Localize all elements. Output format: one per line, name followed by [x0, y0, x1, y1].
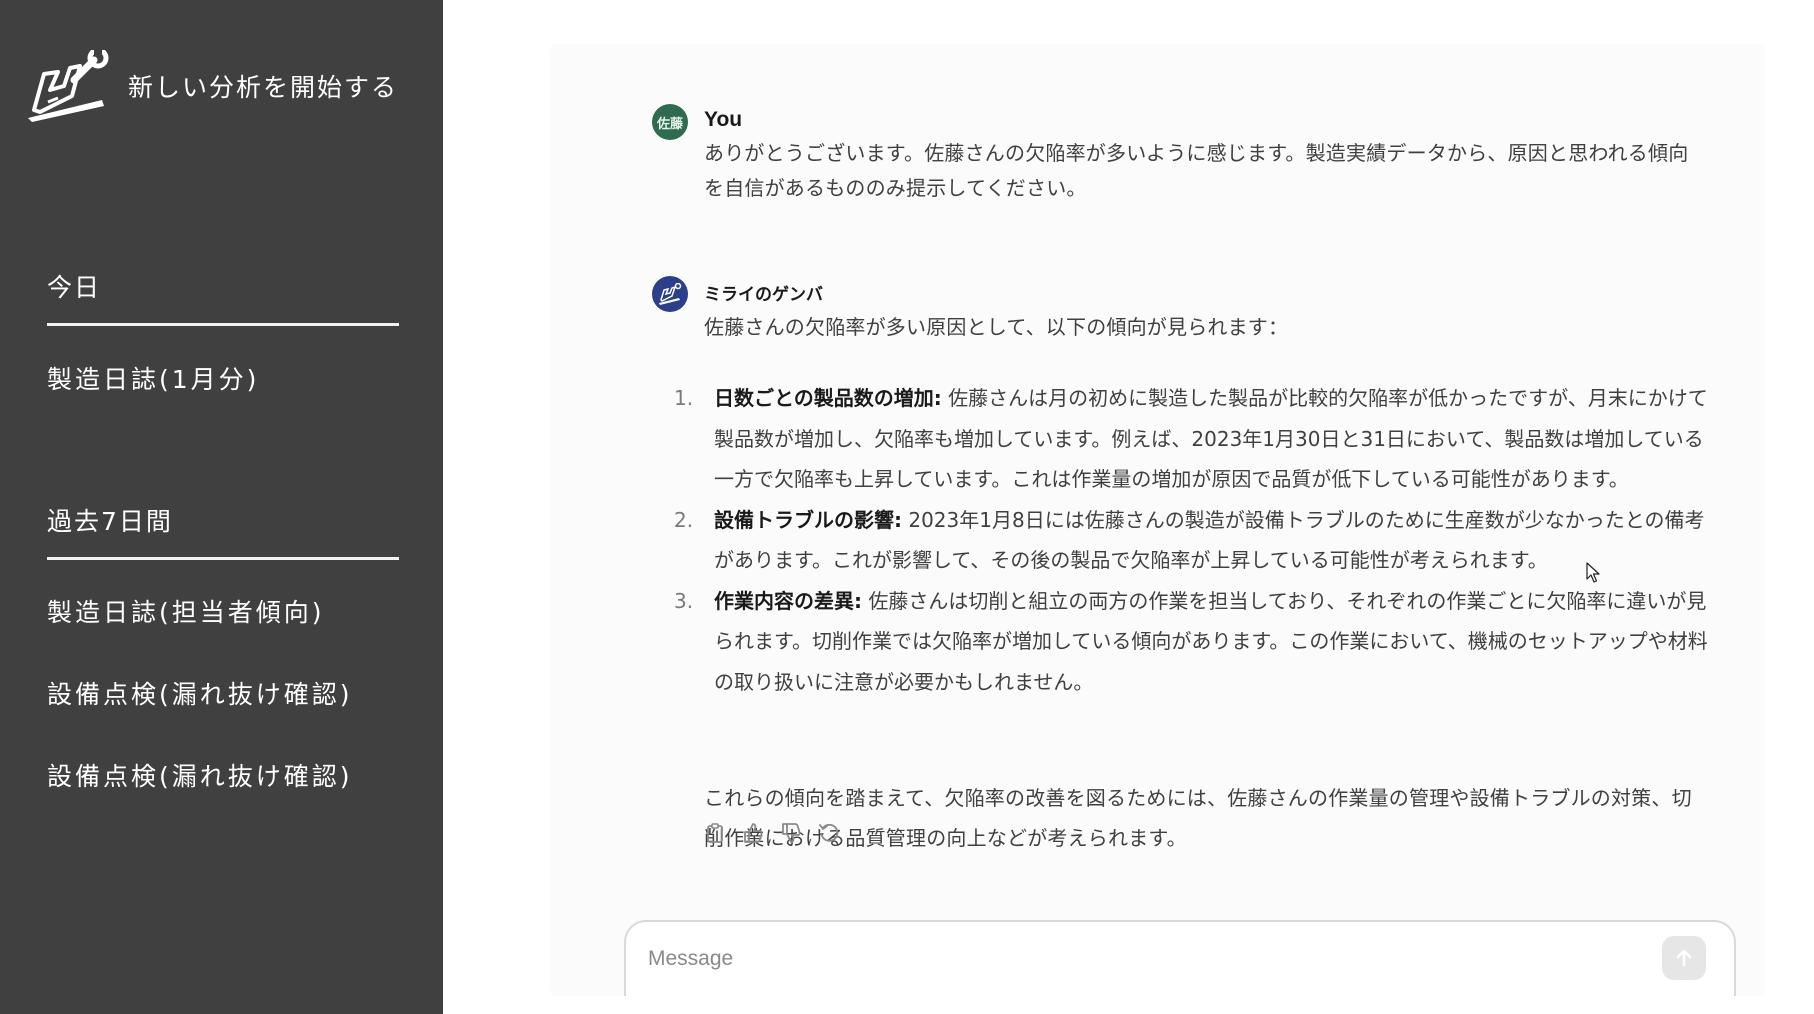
mouse-cursor-icon: [1586, 562, 1600, 583]
chat-panel: 佐藤 You ありがとうございます。佐藤さんの欠陥率が多いように感じます。製造実…: [550, 44, 1765, 996]
section-divider: [47, 323, 399, 326]
user-author-name: You: [704, 108, 743, 131]
arrow-up-icon: [1676, 949, 1692, 967]
assistant-conclusion-text: これらの傾向を踏まえて、欠陥率の改善を図るためには、佐藤さんの作業量の管理や設備…: [704, 786, 1692, 850]
history-item[interactable]: 設備点検(漏れ抜け確認): [47, 757, 353, 793]
list-item-title: 設備トラブルの影響:: [714, 507, 902, 532]
list-item-number: 2.: [674, 507, 694, 532]
message-actions: [704, 822, 840, 844]
assistant-avatar: [652, 276, 688, 312]
list-item-title: 作業内容の差異:: [714, 588, 862, 613]
list-item-number: 1.: [674, 386, 694, 410]
section-heading-today: 今日: [47, 273, 102, 302]
wrench-logo-icon: [659, 283, 682, 305]
copy-icon[interactable]: [704, 822, 726, 844]
assistant-numbered-list: 1. 日数ごとの製品数の増加: 佐藤さんは月の初めに製造した製品が比較的欠陥率が低…: [674, 378, 1714, 703]
assistant-author-name: ミライのゲンバ: [704, 285, 823, 305]
regenerate-icon[interactable]: [818, 822, 840, 844]
section-heading-past-7-days: 過去7日間: [47, 507, 173, 536]
history-item[interactable]: 製造日誌(担当者傾向): [47, 593, 325, 629]
thumbs-down-icon[interactable]: [780, 822, 802, 844]
list-item-text: 佐藤さんは切削と組立の両方の作業を担当しており、それぞれの作業ごとに欠陥率に違い…: [714, 588, 1708, 694]
user-avatar: 佐藤: [652, 104, 688, 140]
history-item[interactable]: 設備点検(漏れ抜け確認): [47, 675, 353, 711]
thumbs-up-icon[interactable]: [742, 822, 764, 844]
send-button[interactable]: [1662, 936, 1706, 980]
message-input[interactable]: [648, 944, 1628, 974]
wrench-logo-icon: [28, 50, 109, 122]
new-analysis-label: 新しい分析を開始する: [128, 73, 399, 102]
sidebar: 新しい分析を開始する 今日 製造日誌(1月分) 過去7日間 製造日誌(担当者傾向…: [0, 0, 443, 1014]
assistant-intro-text: 佐藤さんの欠陥率が多い原因として、以下の傾向が見られます：: [704, 315, 1289, 339]
new-analysis-button[interactable]: 新しい分析を開始する: [24, 50, 398, 122]
user-message-text: ありがとうございます。佐藤さんの欠陥率が多いように感じます。製造実績データから、…: [704, 141, 1689, 200]
list-item-number: 3.: [674, 588, 694, 613]
list-item: 3. 作業内容の差異: 佐藤さんは切削と組立の両方の作業を担当しており、それぞれの…: [674, 581, 1714, 703]
message-composer: [624, 920, 1736, 996]
history-item[interactable]: 製造日誌(1月分): [47, 360, 259, 396]
list-item-title: 日数ごとの製品数の増加:: [714, 386, 942, 410]
list-item: 2. 設備トラブルの影響: 2023年1月8日には佐藤さんの製造が設備トラブルのた…: [674, 500, 1714, 581]
section-divider: [47, 557, 399, 560]
list-item: 1. 日数ごとの製品数の増加: 佐藤さんは月の初めに製造した製品が比較的欠陥率が低…: [674, 378, 1714, 500]
